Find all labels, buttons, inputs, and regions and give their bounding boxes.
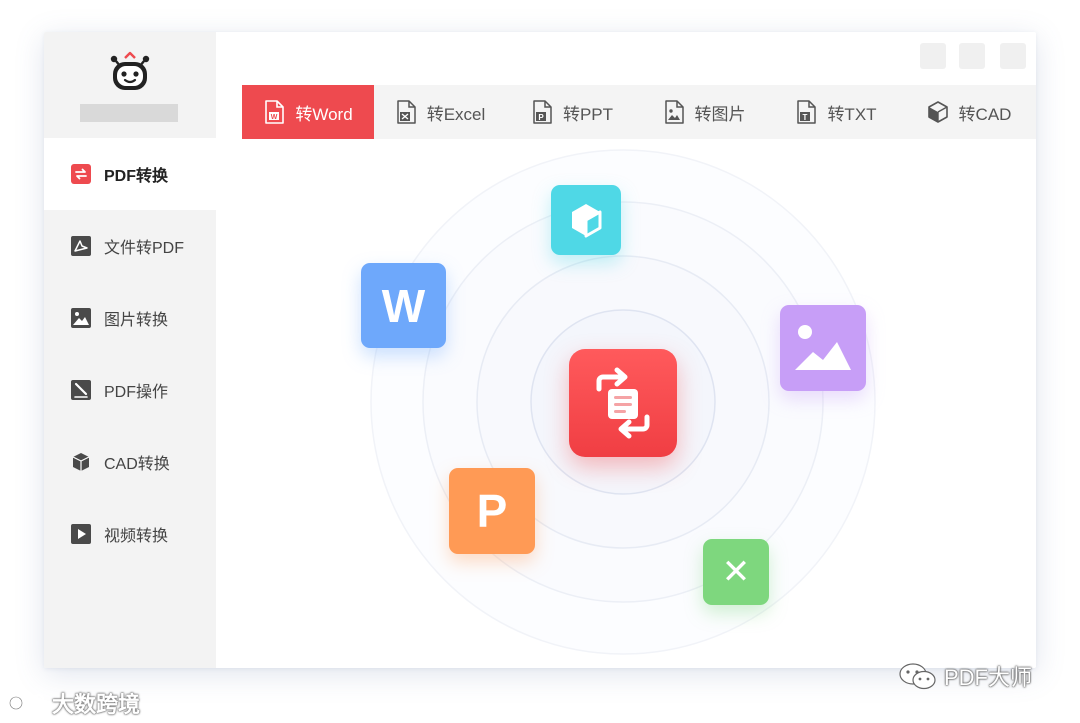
edit-pen-icon <box>71 380 91 400</box>
word-letter: W <box>381 279 426 332</box>
tab-label: 转TXT <box>827 104 877 124</box>
sidebar-item-cad-convert[interactable]: CAD转换 <box>44 426 216 498</box>
watermark-right: PDF大师 <box>898 660 1032 692</box>
image-icon <box>71 308 91 328</box>
sidebar-item-label: CAD转换 <box>104 456 170 473</box>
cad-cube-icon <box>927 101 948 123</box>
pdf-convert-center-icon <box>569 349 677 457</box>
word-file-icon: W <box>265 100 285 124</box>
svg-text:T: T <box>803 113 808 122</box>
excel-file-icon <box>396 100 416 124</box>
sidebar-item-label: 视频转换 <box>104 528 169 545</box>
app-name-placeholder <box>80 104 178 122</box>
tab-label: 转Word <box>295 104 353 124</box>
sidebar-item-image-convert[interactable]: 图片转换 <box>44 282 216 354</box>
tab-label: 转CAD <box>958 104 1012 124</box>
maximize-button[interactable] <box>959 43 985 69</box>
tab-label: 转图片 <box>694 104 746 124</box>
ppt-file-icon: P <box>533 100 552 124</box>
sidebar-item-label: PDF操作 <box>104 384 169 401</box>
watermark-logo-icon <box>8 693 45 711</box>
sidebar-item-file-to-pdf[interactable]: 文件转PDF <box>44 210 216 282</box>
sidebar: PDF转换 文件转PDF 图片转换 PDF操作 CAD转换 视频转换 <box>44 32 216 668</box>
main-panel: W 转Word 转Excel P 转PPT 转图片 T 转TXT 转CAD W … <box>216 32 1036 668</box>
cube-icon <box>71 452 91 472</box>
convert-icon <box>71 164 91 184</box>
tab-to-ppt[interactable]: P 转PPT <box>506 85 638 139</box>
ppt-app-icon: P <box>449 468 535 554</box>
tab-label: 转PPT <box>562 104 614 124</box>
tab-label: 转Excel <box>426 104 486 124</box>
tab-to-image[interactable]: 转图片 <box>638 85 770 139</box>
tab-to-txt[interactable]: T 转TXT <box>770 85 902 139</box>
sidebar-item-video-convert[interactable]: 视频转换 <box>44 498 216 570</box>
robot-logo-icon <box>110 51 150 90</box>
image-file-icon <box>664 100 684 124</box>
tab-to-word[interactable]: W 转Word <box>242 85 374 139</box>
excel-app-icon: ✕ <box>703 539 769 605</box>
sidebar-item-label: 图片转换 <box>104 312 169 329</box>
word-app-icon: W <box>361 263 446 348</box>
tab-to-cad[interactable]: 转CAD <box>902 85 1036 139</box>
sidebar-item-pdf-operate[interactable]: PDF操作 <box>44 354 216 426</box>
close-button[interactable] <box>1000 43 1026 69</box>
watermark-right-text: PDF大师 <box>944 665 1033 690</box>
tab-to-excel[interactable]: 转Excel <box>374 85 506 139</box>
play-icon <box>71 524 91 544</box>
app-window: PDF转换 文件转PDF 图片转换 PDF操作 CAD转换 视频转换 W 转Wo… <box>44 32 1036 668</box>
ppt-letter: P <box>476 485 508 537</box>
acrobat-icon <box>71 236 91 256</box>
image-app-icon <box>780 305 866 391</box>
sidebar-item-label: 文件转PDF <box>104 240 185 257</box>
watermark-left: 大数跨境 <box>8 688 140 718</box>
svg-text:P: P <box>538 113 544 122</box>
watermark-left-text: 大数跨境 <box>52 692 141 717</box>
cad-app-icon <box>551 185 621 255</box>
wechat-icon <box>899 663 936 690</box>
excel-letter: ✕ <box>721 553 751 591</box>
sidebar-item-pdf-convert[interactable]: PDF转换 <box>44 138 216 210</box>
conversion-tab-bar: W 转Word 转Excel P 转PPT 转图片 T 转TXT 转CAD <box>242 85 1036 139</box>
minimize-button[interactable] <box>920 43 946 69</box>
sidebar-item-label: PDF转换 <box>104 168 169 185</box>
txt-file-icon: T <box>797 100 817 124</box>
svg-text:W: W <box>271 114 278 121</box>
